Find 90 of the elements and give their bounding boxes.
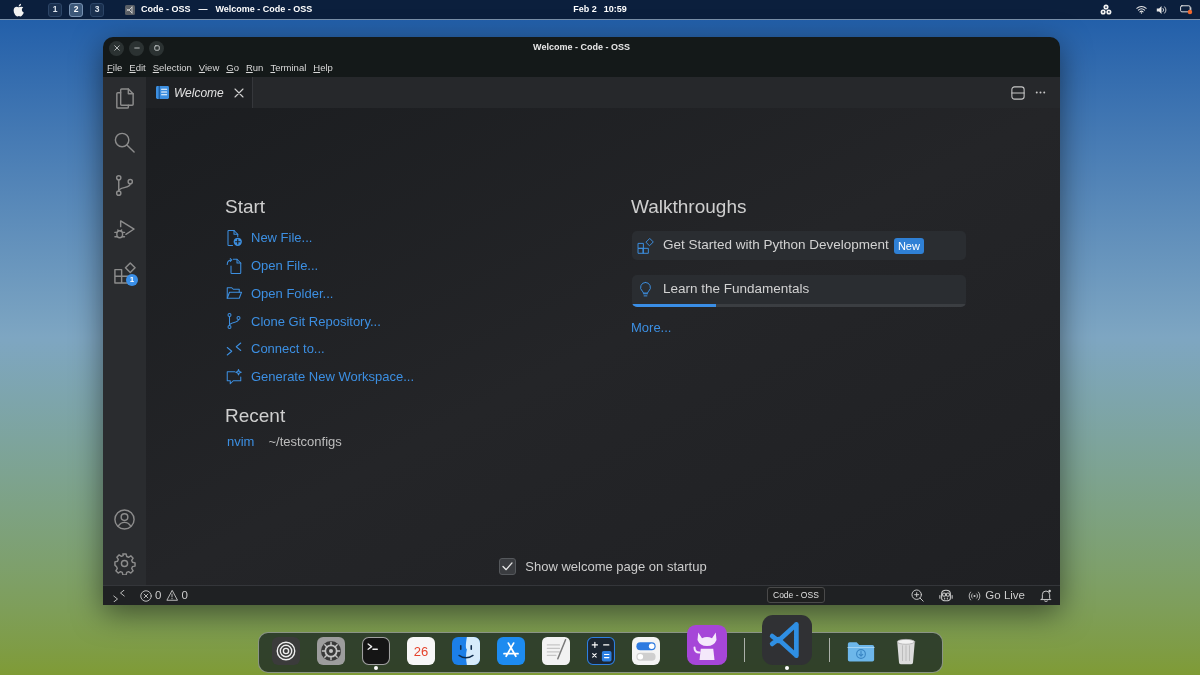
zoom-in-icon[interactable] [911,589,925,602]
notification-badge: 1 [126,274,138,286]
rings-app-icon[interactable] [272,637,300,665]
blocks-icon [637,237,654,254]
menu-item[interactable]: File [107,63,123,73]
section-heading: Walkthroughs [631,195,748,219]
start-link[interactable]: Open Folder... [225,279,334,308]
menu-item[interactable]: Run [245,63,264,73]
chat-sparkle-icon [225,367,243,386]
volume-icon[interactable] [1156,4,1167,15]
go-live-button[interactable]: Go Live [968,586,1025,605]
files-icon[interactable] [113,87,136,111]
title-separator: — [198,2,208,16]
minimize-button[interactable] [129,40,144,56]
more-icon[interactable] [1035,91,1046,94]
menu-item[interactable]: Edit [129,63,146,73]
walkthrough-card[interactable]: Get Started with Python Development New [632,231,966,260]
walkthrough-card[interactable]: Learn the Fundamentals [632,275,966,307]
folder-path: ~/testconfigs [268,433,342,452]
gear-app-icon[interactable] [317,637,345,665]
wifi-icon[interactable] [1136,5,1147,14]
branch-icon [225,312,243,331]
workspace-button[interactable]: 1 [48,2,62,17]
branch-icon[interactable] [113,174,136,198]
start-link[interactable]: Clone Git Repository... [225,307,381,336]
start-link[interactable]: New File... [225,224,313,252]
clock: 10:59 [603,2,627,16]
circle-x-icon [140,589,152,602]
close-icon [113,45,120,51]
tab[interactable]: Welcome [146,77,253,108]
calendar-date: 26 [413,644,429,658]
cat-app-icon[interactable] [687,625,727,665]
split-editor-icon[interactable] [1011,85,1025,100]
apple-icon[interactable] [12,2,24,17]
bell-icon[interactable] [1040,589,1052,602]
chevrons-icon [225,340,243,359]
calendar-app-icon[interactable]: 26 [407,637,435,665]
date: Feb 2 [573,2,597,16]
lightbulb-icon [637,281,654,298]
checkbox[interactable] [499,557,517,575]
start-link[interactable]: Generate New Workspace... [225,363,415,391]
letter-a-app-icon[interactable] [497,637,525,665]
app-name: Code - OSS [141,2,191,16]
battery-icon[interactable] [1180,4,1193,15]
blocks-icon[interactable] [113,261,136,285]
terminal-app-icon[interactable] [362,637,390,665]
start-link[interactable]: Connect to... [225,335,325,363]
maximize-button[interactable] [149,40,164,56]
toggle-switches-app-icon[interactable] [632,637,660,665]
minimize-icon [133,47,140,49]
app-icon [125,4,135,15]
account-icon[interactable] [113,508,136,532]
ribbon-app-icon[interactable] [762,615,812,665]
close-button[interactable] [109,40,124,56]
section-heading: Start [225,195,267,219]
three-circles-icon[interactable] [1100,4,1112,15]
more-link[interactable]: More... [631,318,672,338]
face-app-icon[interactable] [452,637,480,665]
checkbox-label[interactable]: Show welcome page on startup [525,556,707,576]
errors-button[interactable]: 0 [140,586,162,605]
menu-item[interactable]: View [198,63,220,73]
settings-icon[interactable] [113,551,136,575]
play-bug-icon[interactable] [113,217,136,241]
file-arrow-icon [225,256,243,275]
maximize-icon [153,45,160,51]
menu-item[interactable]: Go [226,63,239,73]
warning-icon [166,590,179,601]
workspace-button[interactable]: 3 [90,2,104,17]
robot-face-icon[interactable] [939,589,954,602]
book-icon [156,86,169,99]
section-heading: Recent [225,403,287,428]
notepad-app-icon[interactable] [542,637,570,665]
workspace-button[interactable]: 2 [69,2,83,17]
warnings-button[interactable]: 0 [166,586,188,605]
broadcast-icon [968,590,982,601]
chevrons-icon[interactable] [113,589,125,602]
new-badge: New [893,237,924,254]
calculator-app-icon[interactable] [587,637,615,665]
menu-item[interactable]: Terminal [270,63,307,73]
checkmark-icon [502,561,514,571]
window-title: Welcome - Code - OSS [533,41,630,55]
close-icon[interactable] [234,87,244,98]
tooltip: Code - OSS [767,587,825,603]
start-link[interactable]: Open File... [225,251,319,280]
active-window-title: Welcome - Code - OSS [215,2,313,16]
new-file-icon [225,228,243,247]
search-icon[interactable] [113,130,136,154]
menu-item[interactable]: Help [313,63,333,73]
recent-folder-link[interactable]: nvim [227,432,255,452]
menu-item[interactable]: Selection [152,63,192,73]
